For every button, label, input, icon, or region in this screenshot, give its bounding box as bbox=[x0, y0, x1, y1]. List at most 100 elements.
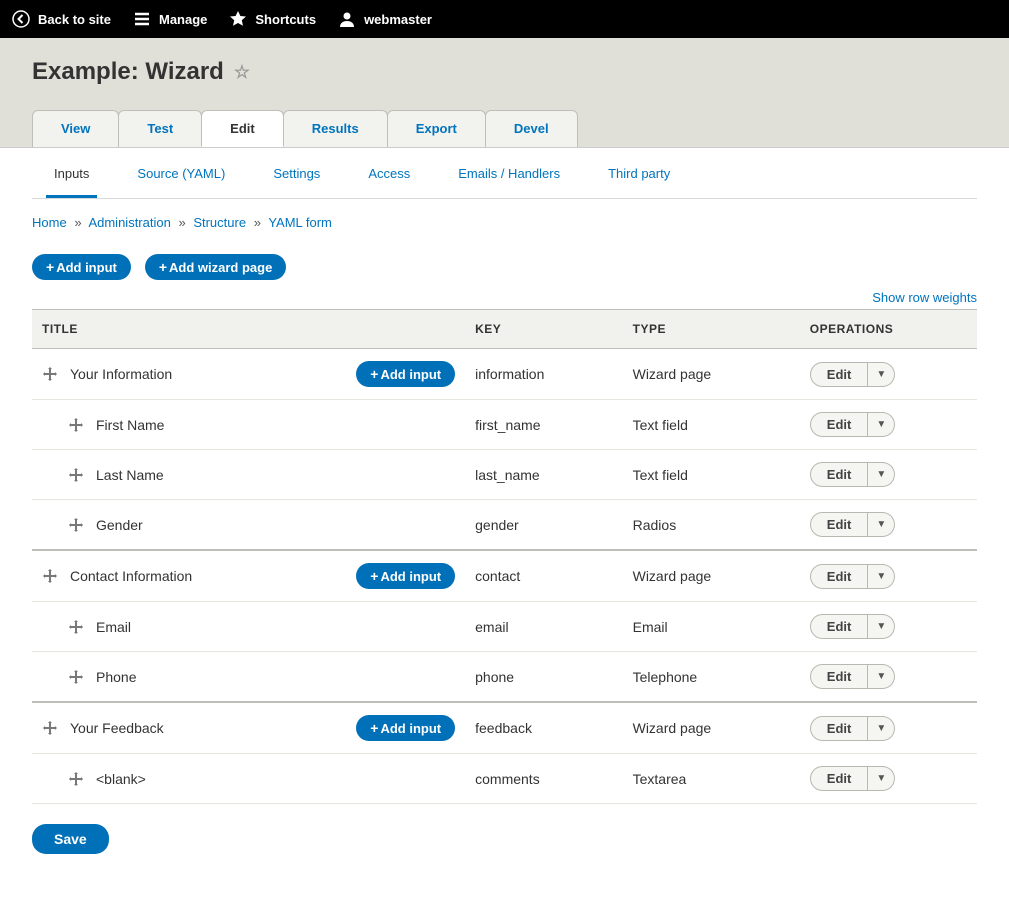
crumb-home[interactable]: Home bbox=[32, 215, 67, 230]
edit-button[interactable]: Edit bbox=[810, 564, 869, 589]
drag-handle-icon[interactable] bbox=[68, 669, 84, 685]
plus-icon: + bbox=[46, 259, 54, 275]
tab-devel[interactable]: Devel bbox=[485, 110, 578, 147]
subtab-access[interactable]: Access bbox=[360, 166, 418, 198]
page-title-text: Example: Wizard bbox=[32, 58, 224, 86]
plus-icon: + bbox=[370, 720, 378, 736]
add-input-label: Add input bbox=[380, 569, 441, 584]
add-input-label: Add input bbox=[380, 721, 441, 736]
drag-handle-icon[interactable] bbox=[68, 771, 84, 787]
dropdown-toggle-icon[interactable]: ▼ bbox=[868, 462, 895, 487]
subtab-source[interactable]: Source (YAML) bbox=[129, 166, 233, 198]
dropdown-toggle-icon[interactable]: ▼ bbox=[868, 564, 895, 589]
save-button[interactable]: Save bbox=[32, 824, 109, 854]
plus-icon: + bbox=[159, 259, 167, 275]
star-icon bbox=[229, 10, 247, 28]
crumb-yaml[interactable]: YAML form bbox=[268, 215, 332, 230]
action-buttons: + Add input + Add wizard page bbox=[32, 254, 977, 280]
tab-edit[interactable]: Edit bbox=[201, 110, 284, 147]
drag-handle-icon[interactable] bbox=[42, 568, 58, 584]
crumb-structure[interactable]: Structure bbox=[193, 215, 246, 230]
drag-handle-icon[interactable] bbox=[68, 417, 84, 433]
table-row: Last Namelast_nameText fieldEdit▼ bbox=[32, 450, 977, 500]
drag-handle-icon[interactable] bbox=[42, 720, 58, 736]
row-title: Your Information bbox=[70, 366, 344, 382]
row-weights-toggle: Show row weights bbox=[32, 290, 977, 305]
shortcuts-link[interactable]: Shortcuts bbox=[229, 10, 316, 28]
row-add-input-button[interactable]: +Add input bbox=[356, 361, 455, 387]
row-title: Last Name bbox=[96, 467, 455, 483]
manage-label: Manage bbox=[159, 12, 207, 27]
th-title: TITLE bbox=[32, 310, 465, 349]
row-add-input-button[interactable]: +Add input bbox=[356, 563, 455, 589]
row-title: <blank> bbox=[96, 771, 455, 787]
table-row: First Name first_nameText field Edit▼ bbox=[32, 400, 977, 450]
subtab-inputs[interactable]: Inputs bbox=[46, 166, 97, 198]
drag-handle-icon[interactable] bbox=[68, 517, 84, 533]
edit-button[interactable]: Edit bbox=[810, 462, 869, 487]
manage-link[interactable]: Manage bbox=[133, 10, 207, 28]
tab-test[interactable]: Test bbox=[118, 110, 202, 147]
edit-button[interactable]: Edit bbox=[810, 664, 869, 689]
row-type: Email bbox=[623, 602, 800, 652]
row-key: last_name bbox=[465, 450, 622, 500]
dropdown-toggle-icon[interactable]: ▼ bbox=[868, 614, 895, 639]
drag-handle-icon[interactable] bbox=[68, 619, 84, 635]
edit-button[interactable]: Edit bbox=[810, 512, 869, 537]
tab-view[interactable]: View bbox=[32, 110, 119, 147]
row-key: first_name bbox=[465, 400, 622, 450]
row-type: Wizard page bbox=[623, 702, 800, 754]
table-row: Contact Information+Add inputcontactWiza… bbox=[32, 550, 977, 602]
edit-button[interactable]: Edit bbox=[810, 614, 869, 639]
dropdown-toggle-icon[interactable]: ▼ bbox=[868, 716, 895, 741]
crumb-admin[interactable]: Administration bbox=[88, 215, 170, 230]
dropdown-toggle-icon[interactable]: ▼ bbox=[868, 664, 895, 689]
row-type: Textarea bbox=[623, 754, 800, 804]
favorite-star-icon[interactable]: ☆ bbox=[234, 62, 250, 83]
subtab-third[interactable]: Third party bbox=[600, 166, 678, 198]
drag-handle-icon[interactable] bbox=[68, 467, 84, 483]
tab-results[interactable]: Results bbox=[283, 110, 388, 147]
user-link[interactable]: webmaster bbox=[338, 10, 432, 28]
page-title: Example: Wizard ☆ bbox=[32, 58, 977, 86]
row-type: Text field bbox=[623, 400, 800, 450]
dropdown-toggle-icon[interactable]: ▼ bbox=[868, 362, 895, 387]
row-title: First Name bbox=[96, 417, 455, 433]
add-wizard-page-button[interactable]: + Add wizard page bbox=[145, 254, 286, 280]
edit-button[interactable]: Edit bbox=[810, 412, 869, 437]
table-row: Gender genderRadios Edit▼ bbox=[32, 500, 977, 551]
add-input-label: Add input bbox=[56, 260, 117, 275]
row-key: gender bbox=[465, 500, 622, 551]
row-key: contact bbox=[465, 550, 622, 602]
show-row-weights-link[interactable]: Show row weights bbox=[872, 290, 977, 305]
back-to-site-link[interactable]: Back to site bbox=[12, 10, 111, 28]
inputs-table: TITLE KEY TYPE OPERATIONS Your Informati… bbox=[32, 309, 977, 804]
row-title: Phone bbox=[96, 669, 455, 685]
table-row: PhonephoneTelephoneEdit▼ bbox=[32, 652, 977, 703]
crumb-sep: » bbox=[74, 215, 81, 230]
plus-icon: + bbox=[370, 366, 378, 382]
dropdown-toggle-icon[interactable]: ▼ bbox=[868, 412, 895, 437]
add-input-button[interactable]: + Add input bbox=[32, 254, 131, 280]
row-add-input-button[interactable]: +Add input bbox=[356, 715, 455, 741]
drag-handle-icon[interactable] bbox=[42, 366, 58, 382]
th-type: TYPE bbox=[623, 310, 800, 349]
user-icon bbox=[338, 10, 356, 28]
row-type: Wizard page bbox=[623, 349, 800, 400]
row-key: feedback bbox=[465, 702, 622, 754]
subtab-settings[interactable]: Settings bbox=[265, 166, 328, 198]
edit-button[interactable]: Edit bbox=[810, 362, 869, 387]
th-key: KEY bbox=[465, 310, 622, 349]
tab-export[interactable]: Export bbox=[387, 110, 486, 147]
edit-button[interactable]: Edit bbox=[810, 766, 869, 791]
row-title: Gender bbox=[96, 517, 455, 533]
th-operations: OPERATIONS bbox=[800, 310, 977, 349]
subtab-emails[interactable]: Emails / Handlers bbox=[450, 166, 568, 198]
table-row: EmailemailEmailEdit▼ bbox=[32, 602, 977, 652]
crumb-sep: » bbox=[178, 215, 185, 230]
edit-button[interactable]: Edit bbox=[810, 716, 869, 741]
row-type: Radios bbox=[623, 500, 800, 551]
dropdown-toggle-icon[interactable]: ▼ bbox=[868, 512, 895, 537]
dropdown-toggle-icon[interactable]: ▼ bbox=[868, 766, 895, 791]
add-input-label: Add input bbox=[380, 367, 441, 382]
